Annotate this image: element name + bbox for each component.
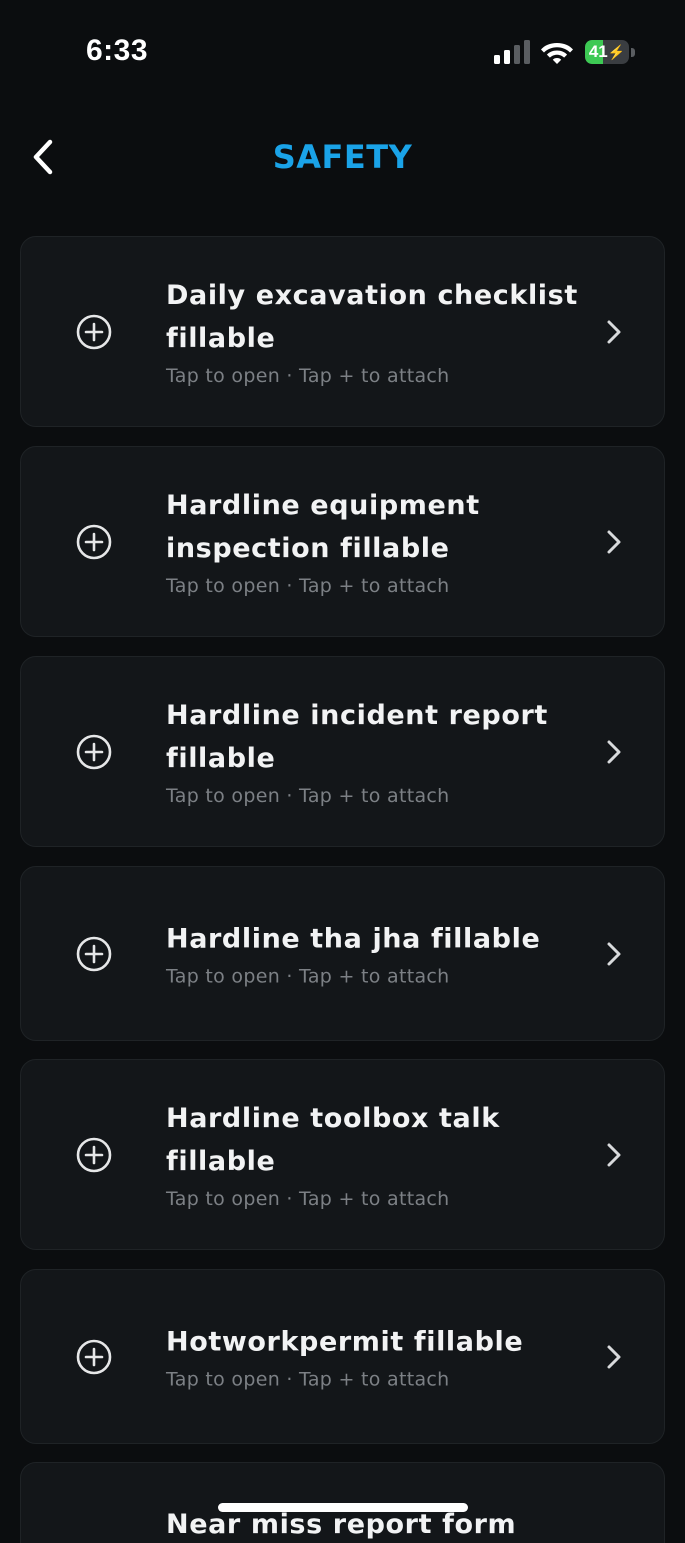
nav-header: SAFETY (0, 120, 685, 200)
plus-circle-icon[interactable] (75, 523, 113, 561)
list-item-text: Daily excavation checklist fillable Tap … (166, 274, 586, 390)
list-item[interactable]: Hardline toolbox talk fillable Tap to op… (20, 1059, 665, 1250)
status-time: 6:33 (86, 34, 149, 67)
page-title: SAFETY (272, 138, 413, 176)
chevron-right-icon (607, 530, 621, 553)
list-item-text: Hardline incident report fillable Tap to… (166, 694, 586, 810)
list-item-subtitle: Tap to open · Tap + to attach (166, 364, 450, 387)
battery-indicator: 41⚡ (585, 40, 637, 66)
chevron-right-icon (607, 740, 621, 763)
battery-cap (631, 48, 635, 57)
chevron-right-icon (607, 942, 621, 965)
chevron-right-icon (607, 320, 621, 343)
chevron-right-icon (607, 1345, 621, 1368)
list-item-text: Hardline equipment inspection fillable T… (166, 484, 586, 600)
battery-body: 41⚡ (585, 40, 629, 64)
list-item-title: Hotworkpermit fillable (166, 1326, 524, 1357)
plus-circle-icon[interactable] (75, 1136, 113, 1174)
list-item-text: Hardline tha jha fillable Tap to open · … (166, 917, 586, 990)
status-bar: 6:33 41⚡ (0, 0, 685, 100)
plus-circle-icon[interactable] (75, 733, 113, 771)
list-item-title: Hardline incident report fillable (166, 699, 548, 774)
charging-bolt-icon: ⚡ (607, 44, 626, 60)
plus-circle-icon[interactable] (75, 1338, 113, 1376)
list-item-subtitle: Tap to open · Tap + to attach (166, 965, 450, 987)
list-item-text: Hardline toolbox talk fillable Tap to op… (166, 1097, 586, 1213)
wifi-icon (541, 43, 573, 64)
list-item[interactable]: Hotworkpermit fillable Tap to open · Tap… (20, 1269, 665, 1444)
list-item-title: Daily excavation checklist fillable (166, 279, 578, 354)
list-item-title: Hardline tha jha fillable (166, 923, 541, 954)
list-item[interactable]: Hardline incident report fillable Tap to… (20, 656, 665, 847)
list-item-title: Hardline toolbox talk fillable (166, 1102, 500, 1177)
cellular-signal-icon (494, 40, 530, 64)
list-item[interactable]: Hardline equipment inspection fillable T… (20, 446, 665, 637)
list-item-subtitle: Tap to open · Tap + to attach (166, 784, 450, 807)
list-item-title: Hardline equipment inspection fillable (166, 489, 480, 564)
plus-circle-icon[interactable] (75, 935, 113, 973)
list-item[interactable]: Daily excavation checklist fillable Tap … (20, 236, 665, 427)
home-indicator[interactable] (218, 1503, 468, 1512)
list-item-subtitle: Tap to open · Tap + to attach (166, 1368, 450, 1390)
plus-circle-icon[interactable] (75, 313, 113, 351)
battery-level-text: 41⚡ (588, 42, 626, 61)
list-item-text: Hotworkpermit fillable Tap to open · Tap… (166, 1320, 586, 1393)
list-item[interactable]: Hardline tha jha fillable Tap to open · … (20, 866, 665, 1041)
chevron-right-icon (607, 1143, 621, 1166)
list-item-subtitle: Tap to open · Tap + to attach (166, 574, 450, 597)
list-item-subtitle: Tap to open · Tap + to attach (166, 1187, 450, 1210)
